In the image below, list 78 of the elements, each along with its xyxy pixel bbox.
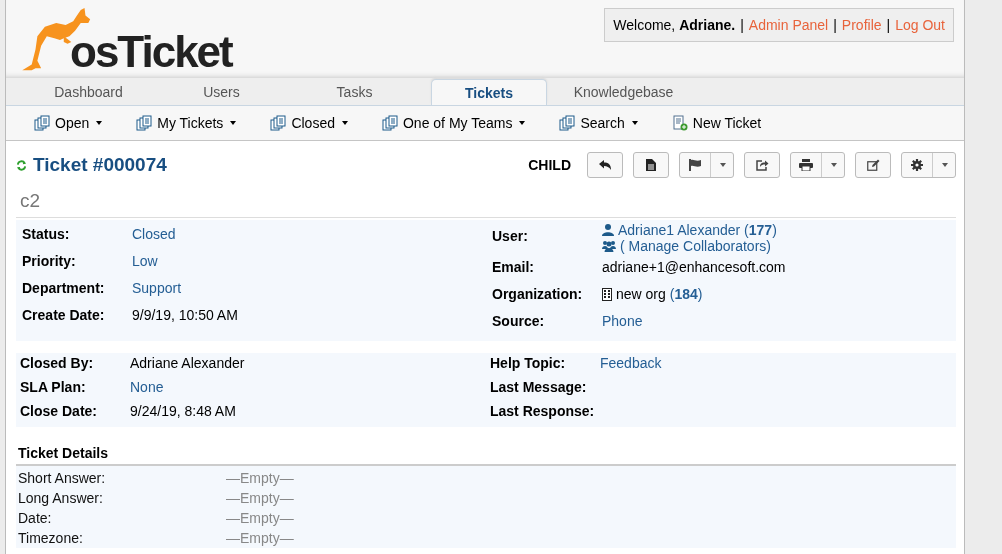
- field-label: Status:: [22, 226, 71, 242]
- detail-value: —Empty—: [226, 490, 294, 506]
- detail-label: Date:: [18, 510, 53, 526]
- documents-icon: [136, 115, 153, 131]
- separator: |: [740, 17, 744, 33]
- building-icon: [602, 287, 612, 301]
- submenu-item[interactable]: My Tickets: [136, 115, 237, 131]
- field-label: Last Message:: [490, 379, 588, 395]
- action-button[interactable]: [855, 152, 891, 178]
- field-link[interactable]: Support: [132, 280, 182, 296]
- separator: |: [833, 17, 837, 33]
- group-icon: [602, 240, 616, 252]
- refresh-icon: [16, 159, 27, 171]
- action-button[interactable]: [679, 152, 734, 178]
- action-button[interactable]: [790, 152, 845, 178]
- submenu-item[interactable]: One of My Teams: [381, 115, 526, 131]
- relation-label: CHILD: [528, 157, 571, 173]
- detail-value: —Empty—: [226, 470, 294, 486]
- documents-icon: [381, 115, 398, 131]
- documents-icon: [34, 115, 50, 131]
- document-icon: [646, 159, 656, 171]
- separator: |: [886, 17, 891, 33]
- field-label: Department:: [22, 280, 106, 296]
- user-link[interactable]: Adriane1 Alexander (177): [602, 222, 777, 238]
- field-link[interactable]: Low: [132, 253, 158, 269]
- detail-value: —Empty—: [226, 510, 294, 526]
- submenu-item[interactable]: New Ticket: [671, 115, 762, 131]
- nav-tab[interactable]: Users: [155, 78, 288, 105]
- field-label: Email:: [492, 259, 535, 275]
- detail-label: Long Answer:: [18, 490, 104, 506]
- reply-icon: [598, 159, 612, 171]
- action-button[interactable]: [633, 152, 669, 178]
- flag-icon: [688, 159, 702, 171]
- nav-tab[interactable]: Knowledgebase: [557, 78, 690, 105]
- field-link[interactable]: None: [130, 379, 164, 395]
- documents-icon: [559, 115, 576, 131]
- organization-count-link[interactable]: (184): [669, 286, 703, 302]
- field-label: Create Date:: [22, 307, 106, 323]
- nav-tab[interactable]: Tasks: [288, 78, 421, 105]
- logo-text: osTicket: [70, 30, 232, 74]
- field-label: Close Date:: [20, 403, 99, 419]
- detail-label: Short Answer:: [18, 470, 107, 486]
- organization-name: new org: [616, 286, 666, 302]
- detail-label: Timezone:: [18, 530, 84, 546]
- field-label: Priority:: [22, 253, 77, 269]
- detail-value: —Empty—: [226, 530, 294, 546]
- action-button[interactable]: [587, 152, 623, 178]
- ticket-title[interactable]: Ticket #000074: [33, 154, 167, 176]
- new-document-icon: [671, 115, 688, 131]
- ticket-subject: c2: [16, 187, 956, 218]
- nav-tab[interactable]: Tickets: [431, 79, 547, 105]
- edit-icon: [866, 159, 880, 171]
- welcome-text: Welcome, Adriane.: [613, 17, 736, 33]
- field-value: 9/9/19, 10:50 AM: [132, 307, 238, 323]
- gear-icon: [911, 159, 923, 171]
- field-label: User:: [492, 227, 529, 244]
- nav-tab[interactable]: Dashboard: [22, 78, 155, 105]
- field-link[interactable]: Feedback: [600, 355, 662, 371]
- field-label: Help Topic:: [490, 355, 567, 371]
- submenu-item[interactable]: Closed: [270, 115, 348, 131]
- submenu-item[interactable]: Open: [34, 115, 103, 131]
- person-icon: [602, 224, 614, 236]
- field-value: adriane+1@enhancesoft.com: [602, 259, 786, 275]
- field-value: Adriane Alexander: [130, 355, 245, 371]
- documents-icon: [270, 115, 287, 131]
- submenu-item[interactable]: Search: [559, 115, 638, 131]
- action-button[interactable]: [901, 152, 956, 178]
- printer-icon: [799, 159, 813, 171]
- share-icon: [755, 159, 769, 171]
- field-label: Source:: [492, 313, 546, 329]
- field-label: SLA Plan:: [20, 379, 87, 395]
- field-value: 9/24/19, 8:48 AM: [130, 403, 236, 419]
- field-label: Last Response:: [490, 403, 596, 419]
- field-link[interactable]: Phone: [602, 313, 643, 329]
- field-label: Organization:: [492, 286, 584, 302]
- field-label: Closed By:: [20, 355, 95, 371]
- collaborators-link[interactable]: ( Manage Collaborators): [602, 238, 777, 254]
- field-link[interactable]: Closed: [132, 226, 176, 242]
